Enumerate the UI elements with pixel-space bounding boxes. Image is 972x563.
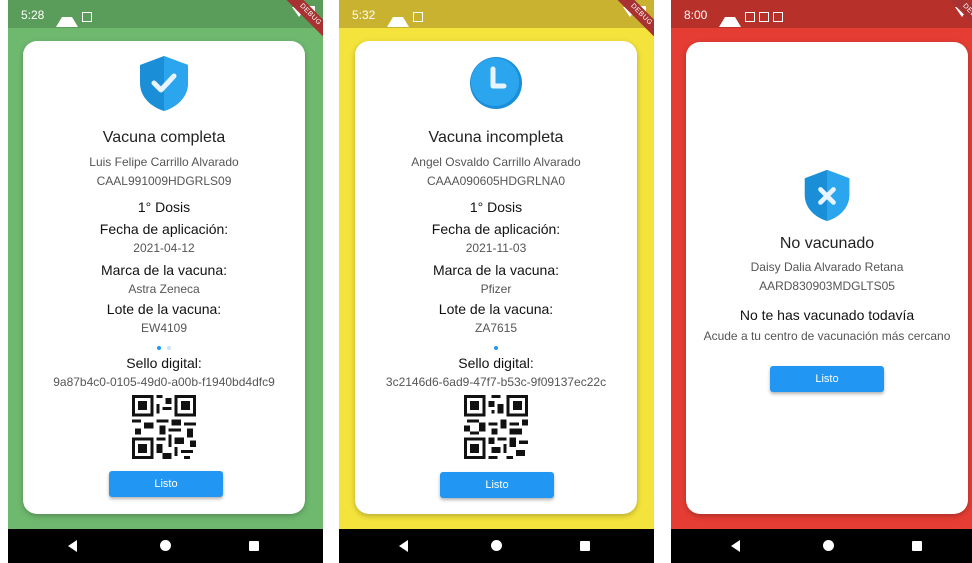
marca-label: Marca de la vacuna: bbox=[100, 262, 228, 278]
page-dot-active[interactable] bbox=[157, 346, 161, 350]
warning-icon bbox=[56, 7, 78, 27]
warning-icon bbox=[719, 7, 741, 27]
home-icon[interactable] bbox=[823, 540, 834, 551]
clock-icon bbox=[470, 57, 522, 109]
fecha-value: 2021-04-12 bbox=[133, 241, 195, 255]
vaccine-card: Vacuna completa Luis Felipe Carrillo Alv… bbox=[23, 41, 305, 514]
status-time: 8:00 bbox=[684, 8, 708, 22]
mail-icon bbox=[82, 12, 92, 22]
calendar-icon bbox=[773, 12, 783, 22]
home-icon[interactable] bbox=[160, 540, 171, 551]
marca-value: Astra Zeneca bbox=[128, 282, 200, 296]
dose-label: 1° Dosis bbox=[469, 199, 523, 215]
status-bar: 8:00 DEBUG bbox=[671, 0, 972, 43]
page-dot-active[interactable] bbox=[494, 346, 498, 350]
navigation-bar bbox=[8, 529, 323, 563]
sello-value: 9a87b4c0-0105-49d0-a00b-f1940bd4dfc9 bbox=[53, 375, 275, 389]
marca-label: Marca de la vacuna: bbox=[432, 262, 560, 278]
fecha-value: 2021-11-03 bbox=[465, 241, 527, 255]
status-title: Vacuna completa bbox=[102, 129, 226, 146]
recents-icon[interactable] bbox=[912, 541, 922, 551]
dose-label: 1° Dosis bbox=[137, 199, 191, 215]
vaccine-card: No vacunado Daisy Dalia Alvarado Retana … bbox=[686, 42, 968, 514]
debug-banner: DEBUG bbox=[282, 0, 323, 43]
image-icon bbox=[759, 12, 769, 22]
page-indicator[interactable] bbox=[355, 346, 637, 350]
person-name: Angel Osvaldo Carrillo Alvarado bbox=[411, 155, 581, 169]
debug-banner: DEBUG bbox=[945, 0, 972, 43]
status-title: No vacunado bbox=[779, 235, 875, 252]
not-vaccinated-subtitle: No te has vacunado todavía bbox=[739, 307, 915, 323]
fecha-label: Fecha de aplicación: bbox=[431, 221, 561, 237]
lote-value: EW4109 bbox=[140, 321, 188, 335]
page-indicator[interactable] bbox=[23, 346, 305, 350]
vaccination-message: Acude a tu centro de vacunación más cerc… bbox=[703, 329, 951, 343]
status-bar: 5:28 DEBUG bbox=[8, 0, 323, 43]
qr-code bbox=[132, 395, 196, 459]
navigation-bar bbox=[339, 529, 654, 563]
qr-code bbox=[464, 395, 528, 459]
home-icon[interactable] bbox=[491, 540, 502, 551]
recents-icon[interactable] bbox=[580, 541, 590, 551]
mail-icon bbox=[745, 12, 755, 22]
page-dot[interactable] bbox=[167, 346, 171, 350]
phone-screen-incomplete: 5:32 DEBUG Vacuna incompleta Angel Osval… bbox=[339, 0, 654, 563]
listo-button[interactable]: Listo bbox=[109, 471, 223, 497]
listo-button[interactable]: Listo bbox=[770, 366, 884, 392]
curp-code: CAAL991009HDGRLS09 bbox=[96, 174, 232, 188]
lote-label: Lote de la vacuna: bbox=[438, 301, 554, 317]
person-name: Luis Felipe Carrillo Alvarado bbox=[89, 155, 239, 169]
status-time: 5:32 bbox=[352, 8, 376, 22]
debug-banner: DEBUG bbox=[613, 0, 654, 43]
phone-screen-complete: 5:28 DEBUG Vacuna completa Luis Felipe C… bbox=[8, 0, 323, 563]
status-title: Vacuna incompleta bbox=[428, 129, 564, 146]
shield-check-icon bbox=[140, 56, 188, 111]
curp-code: AARD830903MDGLTS05 bbox=[759, 279, 895, 293]
vaccine-card: Vacuna incompleta Angel Osvaldo Carrillo… bbox=[355, 41, 637, 514]
status-bar: 5:32 DEBUG bbox=[339, 0, 654, 43]
navigation-bar bbox=[671, 529, 972, 563]
fecha-label: Fecha de aplicación: bbox=[99, 221, 229, 237]
sello-value: 3c2146d6-6ad9-47f7-b53c-9f09137ec22c bbox=[385, 375, 607, 389]
lote-label: Lote de la vacuna: bbox=[106, 301, 222, 317]
marca-value: Pfizer bbox=[480, 282, 512, 296]
warning-icon bbox=[387, 7, 409, 27]
lote-value: ZA7615 bbox=[474, 321, 518, 335]
back-icon[interactable] bbox=[731, 540, 740, 552]
phone-screen-not-vaccinated: 8:00 DEBUG No vacunado Daisy Dalia Alvar… bbox=[671, 0, 972, 563]
curp-code: CAAA090605HDGRLNA0 bbox=[426, 174, 566, 188]
sello-label: Sello digital: bbox=[126, 355, 202, 371]
mail-icon bbox=[413, 12, 423, 22]
listo-button[interactable]: Listo bbox=[440, 472, 554, 498]
recents-icon[interactable] bbox=[249, 541, 259, 551]
back-icon[interactable] bbox=[68, 540, 77, 552]
person-name: Daisy Dalia Alvarado Retana bbox=[750, 260, 904, 274]
status-time: 5:28 bbox=[21, 8, 45, 22]
back-icon[interactable] bbox=[399, 540, 408, 552]
shield-x-icon bbox=[804, 169, 850, 221]
sello-label: Sello digital: bbox=[458, 355, 534, 371]
